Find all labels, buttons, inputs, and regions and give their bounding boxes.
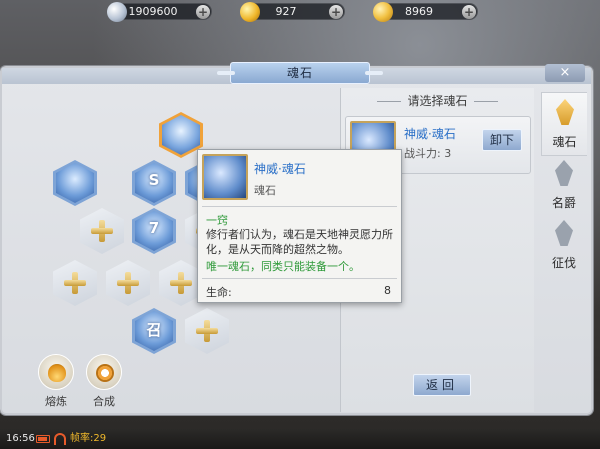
soulstone-tab-icon: [554, 99, 576, 127]
slot-glyph: S: [148, 171, 160, 189]
empty-slot-add[interactable]: [80, 208, 124, 254]
unequip-button[interactable]: 卸下: [482, 129, 522, 151]
ingot-currency: 8969 +: [373, 2, 478, 22]
status-bar: 16:56 帧率:29: [0, 429, 600, 449]
empty-slot-add[interactable]: [185, 308, 229, 354]
tooltip-name: 神威·魂石: [254, 162, 306, 176]
tab-soulstone[interactable]: 魂石: [541, 92, 587, 156]
plus-icon: [170, 272, 192, 294]
entry-power: 战斗力: 3: [404, 147, 452, 160]
tooltip-divider: [202, 278, 397, 279]
add-ingot-button[interactable]: +: [462, 5, 476, 19]
tab-conquest[interactable]: 征伐: [541, 214, 587, 278]
currency-bar: 1909600 + 927 + 8969 +: [0, 0, 600, 22]
fps-readout: 帧率:29: [70, 433, 107, 444]
tooltip-stat-value: 8: [384, 284, 391, 297]
wifi-icon: [54, 433, 66, 445]
tab-label: 魂石: [552, 135, 577, 149]
soulstone-slot[interactable]: S: [132, 160, 176, 206]
refine-button[interactable]: [38, 354, 74, 390]
conquest-tab-icon: [553, 220, 575, 248]
soulstone-slot[interactable]: [53, 160, 97, 206]
tooltip-grade: 一窍: [206, 214, 228, 227]
rank-tab-icon: [553, 160, 575, 188]
merge-button[interactable]: [86, 354, 122, 390]
add-gold-button[interactable]: +: [329, 5, 343, 19]
tab-label: 征伐: [551, 256, 576, 270]
gold-amount: 927: [275, 5, 297, 18]
refine-label: 熔炼: [45, 395, 67, 408]
merge-ring-icon: [96, 364, 114, 382]
plus-icon: [196, 320, 218, 342]
empty-slot-add[interactable]: [53, 260, 97, 306]
back-button[interactable]: 返回: [413, 374, 471, 396]
plus-icon: [64, 272, 86, 294]
merge-label: 合成: [93, 395, 115, 408]
empty-slot-add[interactable]: [106, 260, 150, 306]
tab-label: 名爵: [551, 196, 576, 210]
gold-currency: 927 +: [240, 2, 345, 22]
tooltip-description: 修行者们认为，魂石是天地神灵愿力所化，是从天而降的超然之物。: [206, 228, 393, 256]
plus-icon: [91, 220, 113, 242]
slot-glyph: 7: [148, 219, 160, 237]
plus-icon: [117, 272, 139, 294]
close-button[interactable]: ×: [545, 64, 585, 82]
add-silver-button[interactable]: +: [196, 5, 210, 19]
list-heading: 请选择魂石: [341, 92, 534, 109]
tab-rank[interactable]: 名爵: [541, 154, 587, 218]
tooltip-stat-name: 生命:: [206, 286, 232, 299]
silver-currency: 1909600 +: [107, 2, 212, 22]
tooltip-type: 魂石: [254, 184, 276, 197]
refine-flame-icon: [48, 364, 66, 382]
tooltip-divider: [202, 206, 397, 207]
soulstone-slot[interactable]: 7: [132, 208, 176, 254]
slot-glyph: 召: [146, 321, 162, 339]
status-time: 16:56: [6, 433, 35, 444]
entry-name: 神威·魂石: [404, 127, 456, 141]
battery-icon: [36, 435, 50, 443]
soulstone-slot[interactable]: 召: [132, 308, 176, 354]
soulstone-tooltip: 神威·魂石 魂石 一窍 修行者们认为，魂石是天地神灵愿力所化，是从天而降的超然之…: [197, 149, 402, 303]
silver-amount: 1909600: [128, 5, 178, 18]
ingot-amount: 8969: [405, 5, 433, 18]
tooltip-unique-note: 唯一魂石，同类只能装备一个。: [206, 260, 360, 273]
soulstone-item-icon: [202, 154, 248, 200]
